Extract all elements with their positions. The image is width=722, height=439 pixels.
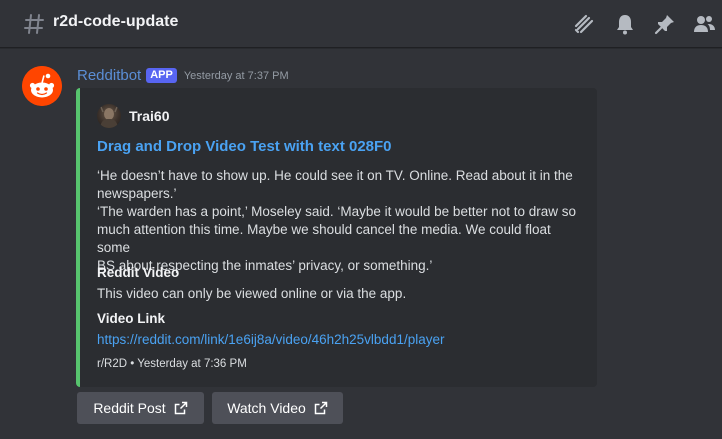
description-line: newspapers.’ bbox=[97, 186, 177, 201]
description-line: ‘The warden has a point,’ Moseley said. … bbox=[97, 204, 577, 219]
reddit-post-button[interactable]: Reddit Post bbox=[77, 392, 204, 424]
app-badge: APP bbox=[146, 68, 177, 83]
embed-description: ‘He doesn’t have to show up. He could se… bbox=[97, 167, 587, 275]
external-link-icon bbox=[314, 401, 328, 415]
field-name-video-link: Video Link bbox=[97, 311, 166, 326]
field-value-reddit-video: This video can only be viewed online or … bbox=[97, 286, 407, 301]
author-avatar-image-icon bbox=[100, 106, 118, 128]
embed-author: Trai60 bbox=[97, 104, 169, 128]
threads-icon[interactable] bbox=[572, 12, 596, 36]
message-timestamp: Yesterday at 7:37 PM bbox=[183, 69, 289, 82]
bot-avatar[interactable] bbox=[22, 66, 62, 106]
reddit-logo-icon bbox=[22, 66, 62, 106]
members-icon[interactable] bbox=[692, 12, 716, 36]
reddit-embed: Trai60 Drag and Drop Video Test with tex… bbox=[76, 88, 597, 387]
reddit-post-button-label: Reddit Post bbox=[93, 400, 166, 416]
description-line: ‘He doesn’t have to show up. He could se… bbox=[97, 168, 573, 183]
external-link-icon bbox=[174, 401, 187, 415]
embed-footer: r/R2D • Yesterday at 7:36 PM bbox=[97, 358, 247, 370]
channel-header: r2d-code-update bbox=[0, 0, 722, 48]
channel-name: r2d-code-update bbox=[53, 13, 179, 30]
field-name-reddit-video: Reddit Video bbox=[97, 265, 180, 280]
watch-video-button-label: Watch Video bbox=[227, 400, 306, 416]
hash-icon bbox=[24, 14, 44, 34]
embed-author-name[interactable]: Trai60 bbox=[129, 108, 169, 124]
pin-icon[interactable] bbox=[653, 12, 677, 36]
bot-username[interactable]: Redditbot bbox=[77, 67, 141, 84]
author-avatar bbox=[97, 104, 121, 128]
watch-video-button[interactable]: Watch Video bbox=[212, 392, 343, 424]
message-header: Redditbot APP Yesterday at 7:37 PM bbox=[77, 67, 289, 84]
description-line: much attention this time. Maybe we shoul… bbox=[97, 222, 551, 255]
video-link[interactable]: https://reddit.com/link/1e6ij8a/video/46… bbox=[97, 332, 444, 347]
bell-icon[interactable] bbox=[613, 12, 637, 36]
embed-title-link[interactable]: Drag and Drop Video Test with text 028F0 bbox=[97, 138, 392, 155]
